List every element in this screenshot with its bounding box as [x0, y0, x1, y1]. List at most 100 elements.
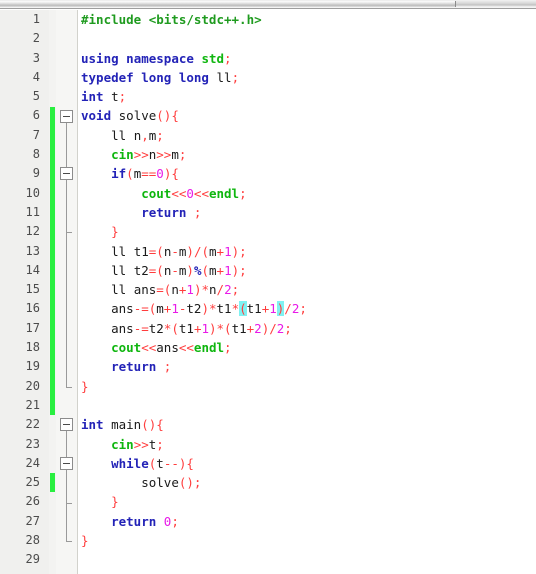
code-token: --	[163, 455, 179, 471]
code-line[interactable]: solve();	[78, 473, 536, 492]
change-indicator-bar	[50, 106, 55, 416]
fold-end-tick	[66, 541, 72, 543]
code-line[interactable]: #include <bits/stdc++.h>	[78, 10, 536, 29]
code-token: int	[81, 417, 104, 433]
code-line[interactable]: typedef long long ll;	[78, 68, 536, 87]
code-line[interactable]: using namespace std;	[78, 49, 536, 68]
code-token: 1	[224, 262, 232, 278]
fold-toggle-icon[interactable]	[60, 109, 73, 123]
code-line[interactable]: cout<<0<<endl;	[78, 184, 536, 203]
code-line[interactable]: return 0;	[78, 512, 536, 531]
code-line[interactable]: }	[78, 492, 536, 511]
code-line[interactable]	[78, 396, 536, 415]
line-number: 29	[25, 552, 40, 567]
line-number: 9	[32, 166, 40, 181]
code-token: std	[201, 50, 225, 66]
fold-margin[interactable]	[56, 10, 78, 574]
code-token: t1	[133, 243, 149, 259]
code-line[interactable]: ans-=(m+1-t2)*t1*(t1+1)/2;	[78, 299, 536, 318]
code-token: )*	[201, 301, 217, 317]
code-token: t	[156, 455, 164, 471]
fold-toggle-icon[interactable]	[60, 456, 73, 470]
code-token: <<	[193, 185, 209, 201]
code-line[interactable]: cin>>n>>m;	[78, 145, 536, 164]
horizontal-scrollbar-thumb[interactable]	[0, 1, 456, 7]
code-line[interactable]: }	[78, 531, 536, 550]
code-line[interactable]: return ;	[78, 357, 536, 376]
code-token: 2	[224, 282, 232, 298]
fold-toggle-icon[interactable]	[60, 418, 73, 432]
code-line[interactable]: int main(){	[78, 415, 536, 434]
line-number: 19	[25, 359, 40, 374]
code-line[interactable]: return ;	[78, 203, 536, 222]
code-token: int	[81, 89, 104, 105]
line-number: 4	[32, 69, 40, 84]
code-token: )*	[193, 282, 209, 298]
code-token: }	[81, 533, 89, 549]
code-token: =(	[156, 282, 172, 298]
code-line[interactable]: while(t--){	[78, 454, 536, 473]
horizontal-scrollbar[interactable]	[0, 0, 536, 9]
code-token: return	[111, 359, 157, 375]
code-token: 2	[254, 320, 262, 336]
code-line[interactable]: cout<<ans<<endl;	[78, 338, 536, 357]
code-line[interactable]: ll t2=(n-m)%(m+1);	[78, 261, 536, 280]
code-line[interactable]: ll t1=(n-m)/(m+1);	[78, 242, 536, 261]
line-number: 11	[25, 204, 40, 219]
code-token: >>	[156, 147, 172, 163]
code-token: endl	[208, 185, 240, 201]
code-token: cin	[111, 436, 134, 452]
code-token: t1	[178, 320, 194, 336]
code-token: >>	[133, 147, 149, 163]
line-number: 24	[25, 455, 40, 470]
code-token: solve	[118, 108, 157, 124]
code-token: ;	[284, 320, 292, 336]
code-token: long	[178, 69, 209, 85]
code-token: )/	[261, 320, 277, 336]
code-line[interactable]	[78, 550, 536, 569]
code-token: =(	[148, 262, 164, 278]
code-token: n	[171, 282, 179, 298]
code-token: +	[216, 243, 225, 259]
code-line[interactable]: cin>>t;	[78, 435, 536, 454]
code-line[interactable]: }	[78, 222, 536, 241]
code-line[interactable]: ll n,m;	[78, 126, 536, 145]
code-line[interactable]: int t;	[78, 87, 536, 106]
code-token: (){	[141, 417, 164, 433]
line-number: 26	[25, 494, 40, 509]
line-number: 6	[32, 108, 40, 123]
code-token: void	[81, 108, 112, 124]
fold-toggle-icon[interactable]	[60, 167, 73, 181]
code-line[interactable]	[78, 29, 536, 48]
line-number: 21	[25, 397, 40, 412]
code-line[interactable]: }	[78, 377, 536, 396]
line-number: 18	[25, 340, 40, 355]
code-editor-window: 1 2 3 4 5 6 7 8 9 10 11 12 13 14 15 16 17 18 19 20 21 22 23 24 2…	[0, 0, 536, 574]
code-line[interactable]: if(m==0){	[78, 164, 536, 183]
code-token: return	[141, 204, 187, 220]
code-token: ;	[231, 69, 240, 85]
code-token: n	[209, 282, 217, 298]
code-text-area[interactable]: #include <bits/stdc++.h> using namespace…	[78, 10, 536, 574]
line-number: 10	[25, 185, 40, 200]
code-token: <<	[141, 340, 157, 356]
code-line[interactable]: void solve(){	[78, 106, 536, 125]
code-token: ;	[224, 340, 232, 356]
code-line[interactable]: ans-=t2*(t1+1)*(t1+2)/2;	[78, 319, 536, 338]
code-line[interactable]: ll ans=(n+1)*n/2;	[78, 280, 536, 299]
